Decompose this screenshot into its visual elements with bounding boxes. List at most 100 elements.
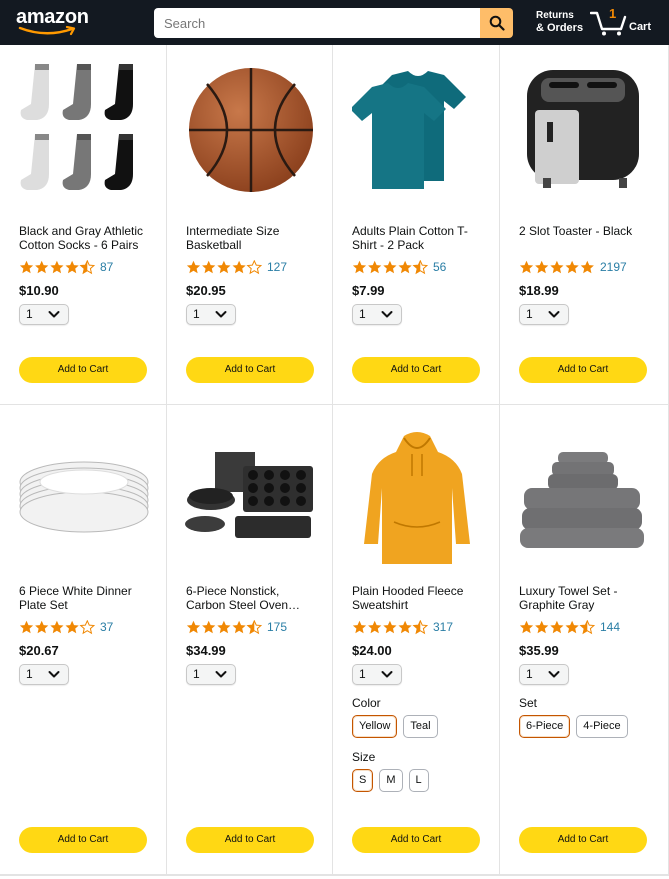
- option-chip[interactable]: L: [408, 769, 429, 792]
- option-label: Set: [519, 696, 538, 710]
- quantity-value: 1: [526, 307, 533, 321]
- option-chip[interactable]: 4-Piece: [576, 715, 628, 738]
- product-title[interactable]: Luxury Towel Set - Graphite Gray: [519, 584, 654, 612]
- orders-label: & Orders: [536, 22, 584, 34]
- quantity-select[interactable]: 1: [186, 304, 236, 325]
- chevron-down-icon: [381, 671, 393, 678]
- product-title[interactable]: 6 Piece White Dinner Plate Set: [19, 584, 154, 612]
- review-count-link[interactable]: 87: [100, 260, 113, 274]
- review-count-link[interactable]: 127: [267, 260, 287, 274]
- add-to-cart-button[interactable]: Add to Cart: [186, 827, 314, 853]
- add-to-cart-button[interactable]: Add to Cart: [519, 827, 647, 853]
- quantity-select[interactable]: 1: [19, 304, 69, 325]
- product-title[interactable]: 2 Slot Toaster - Black: [519, 224, 654, 238]
- quantity-value: 1: [359, 307, 366, 321]
- search-button[interactable]: [480, 8, 513, 38]
- quantity-select[interactable]: 1: [352, 664, 402, 685]
- add-to-cart-button[interactable]: Add to Cart: [352, 357, 480, 383]
- product-rating[interactable]: 37: [19, 619, 113, 635]
- product-image[interactable]: [345, 65, 488, 195]
- product-rating[interactable]: 87: [19, 259, 113, 275]
- product-card: 6-Piece Nonstick, Carbon Steel Oven… 175 $…: [167, 405, 333, 875]
- product-title[interactable]: Intermediate Size Basketball: [186, 224, 321, 252]
- product-image[interactable]: [179, 435, 322, 565]
- add-to-cart-button[interactable]: Add to Cart: [19, 357, 147, 383]
- add-to-cart-button[interactable]: Add to Cart: [186, 357, 314, 383]
- chevron-down-icon: [48, 311, 60, 318]
- chevron-down-icon: [548, 671, 560, 678]
- returns-orders-link[interactable]: Returns & Orders: [536, 10, 583, 34]
- product-price: $24.00: [352, 643, 392, 658]
- star-rating-icon: [19, 259, 95, 274]
- product-rating[interactable]: 144: [519, 619, 620, 635]
- product-rating[interactable]: 127: [186, 259, 287, 275]
- option-label: Size: [352, 750, 376, 764]
- product-title[interactable]: Adults Plain Cotton T-Shirt - 2 Pack: [352, 224, 487, 252]
- grid-next-row-divider: [0, 875, 669, 876]
- search-icon: [489, 15, 505, 31]
- chevron-down-icon: [381, 311, 393, 318]
- search-bar: [154, 8, 513, 38]
- option-group: SML: [352, 769, 429, 792]
- star-rating-icon: [519, 619, 595, 634]
- product-price: $34.99: [186, 643, 226, 658]
- product-image[interactable]: [179, 65, 322, 195]
- search-input[interactable]: [154, 8, 480, 38]
- star-rating-icon: [19, 619, 95, 634]
- product-image[interactable]: [512, 65, 655, 195]
- top-navigation-bar: amazon Returns & Orders 1 Cart: [0, 0, 669, 45]
- quantity-select[interactable]: 1: [519, 664, 569, 685]
- quantity-select[interactable]: 1: [519, 304, 569, 325]
- cart-label: Cart: [629, 21, 652, 33]
- review-count-link[interactable]: 37: [100, 620, 113, 634]
- add-to-cart-button[interactable]: Add to Cart: [519, 357, 647, 383]
- quantity-value: 1: [526, 667, 533, 681]
- product-card: Luxury Towel Set - Graphite Gray 144 $35.9…: [500, 405, 669, 875]
- product-rating[interactable]: 317: [352, 619, 453, 635]
- product-card: Adults Plain Cotton T-Shirt - 2 Pack 56 $7…: [333, 45, 500, 405]
- product-price: $10.90: [19, 283, 59, 298]
- product-image[interactable]: [345, 432, 488, 565]
- product-price: $7.99: [352, 283, 385, 298]
- product-card: 2 Slot Toaster - Black 2197 $18.99 1 Add to…: [500, 45, 669, 405]
- option-chip[interactable]: S: [352, 769, 374, 792]
- option-chip[interactable]: M: [379, 769, 403, 792]
- product-title[interactable]: Black and Gray Athletic Cotton Socks - 6…: [19, 224, 154, 252]
- quantity-value: 1: [193, 307, 200, 321]
- chevron-down-icon: [48, 671, 60, 678]
- quantity-select[interactable]: 1: [352, 304, 402, 325]
- star-rating-icon: [186, 619, 262, 634]
- quantity-value: 1: [26, 667, 33, 681]
- chevron-down-icon: [215, 671, 227, 678]
- quantity-value: 1: [359, 667, 366, 681]
- add-to-cart-button[interactable]: Add to Cart: [352, 827, 480, 853]
- option-chip[interactable]: 6-Piece: [519, 715, 571, 738]
- quantity-value: 1: [193, 667, 200, 681]
- review-count-link[interactable]: 2197: [600, 260, 627, 274]
- review-count-link[interactable]: 317: [433, 620, 453, 634]
- product-rating[interactable]: 175: [186, 619, 287, 635]
- product-title[interactable]: 6-Piece Nonstick, Carbon Steel Oven…: [186, 584, 321, 612]
- product-image[interactable]: [12, 435, 155, 565]
- quantity-value: 1: [26, 307, 33, 321]
- cart-count-badge: 1: [609, 6, 617, 21]
- chevron-down-icon: [215, 311, 227, 318]
- star-rating-icon: [186, 259, 262, 274]
- product-rating[interactable]: 56: [352, 259, 446, 275]
- product-image[interactable]: [12, 64, 155, 195]
- cart-link[interactable]: 1 Cart: [590, 6, 662, 38]
- review-count-link[interactable]: 144: [600, 620, 620, 634]
- quantity-select[interactable]: 1: [186, 664, 236, 685]
- smile-arrow-icon: [18, 26, 76, 36]
- add-to-cart-button[interactable]: Add to Cart: [19, 827, 147, 853]
- option-chip[interactable]: Yellow: [352, 715, 398, 738]
- product-title[interactable]: Plain Hooded Fleece Sweatshirt: [352, 584, 487, 612]
- product-rating[interactable]: 2197: [519, 259, 627, 275]
- review-count-link[interactable]: 175: [267, 620, 287, 634]
- amazon-logo[interactable]: amazon: [16, 6, 96, 36]
- star-rating-icon: [352, 619, 428, 634]
- review-count-link[interactable]: 56: [433, 260, 446, 274]
- product-image[interactable]: [512, 435, 655, 565]
- quantity-select[interactable]: 1: [19, 664, 69, 685]
- option-chip[interactable]: Teal: [403, 715, 438, 738]
